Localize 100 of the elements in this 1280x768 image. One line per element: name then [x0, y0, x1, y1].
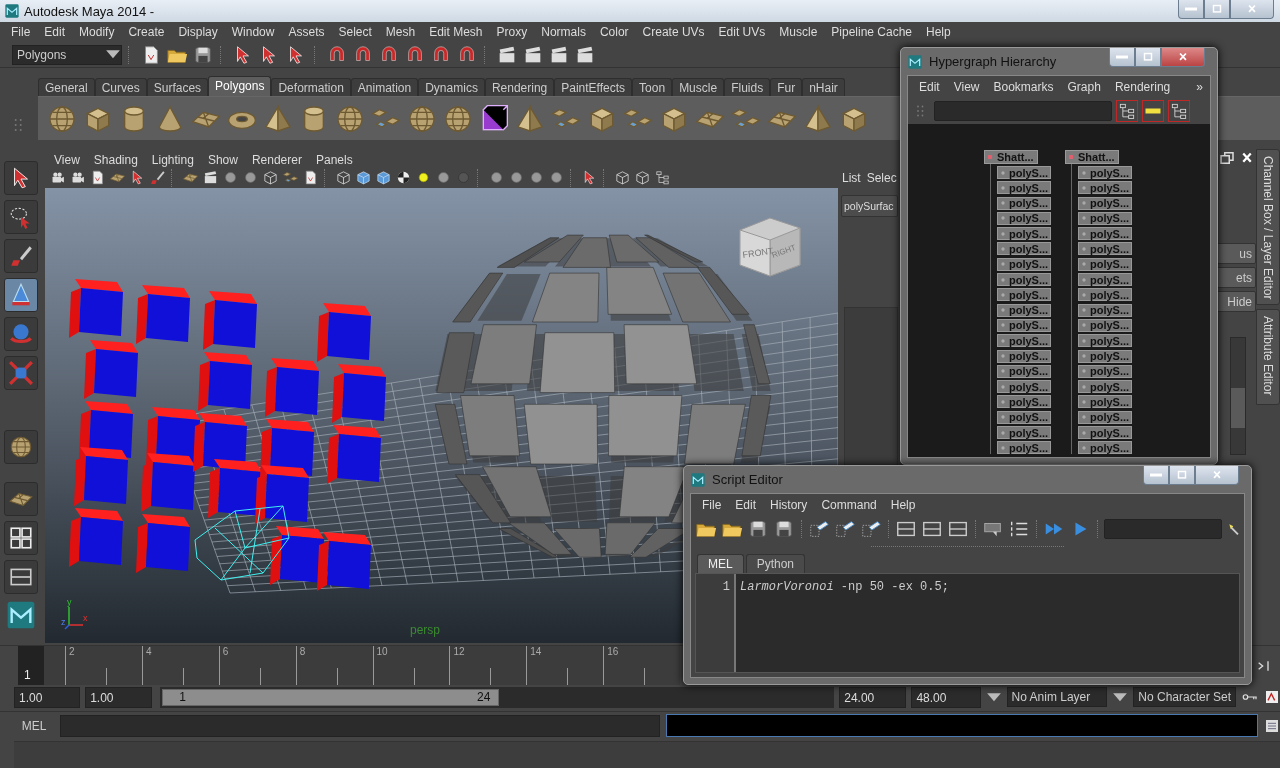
graph-node[interactable]: polyS... [1078, 196, 1132, 210]
ball-icon[interactable] [508, 169, 525, 186]
editor-tab[interactable]: MEL [697, 554, 744, 573]
menu-item[interactable]: Color [592, 25, 636, 39]
graph-node[interactable]: polyS... [997, 303, 1051, 317]
search-field[interactable] [934, 101, 1112, 121]
graph-node[interactable]: polyS... [1078, 227, 1132, 241]
graph-node[interactable]: polyS... [997, 334, 1051, 348]
graph-node[interactable]: polyS... [1078, 349, 1132, 363]
ball-icon[interactable] [242, 169, 259, 186]
graph-node[interactable]: polyS... [1078, 334, 1132, 348]
panel-menu-item[interactable]: Selec [866, 171, 897, 185]
panel-button[interactable]: Hide [1216, 291, 1256, 312]
shelf-tab[interactable]: nHair [802, 78, 845, 96]
node-layout-icon[interactable] [1169, 101, 1189, 121]
wire-cube-icon[interactable] [335, 169, 352, 186]
graph-node[interactable]: polyS... [1078, 288, 1132, 302]
graph-node[interactable]: polyS... [997, 196, 1051, 210]
panel-menu-item[interactable]: Shading [86, 153, 145, 167]
code-editor[interactable]: 1 LarmorVoronoi -np 50 -ex 0.5; [695, 573, 1240, 673]
clapperboard-icon[interactable] [202, 169, 219, 186]
pyramid-icon[interactable] [514, 102, 546, 135]
menu-item[interactable]: Normals [534, 25, 593, 39]
menu-item[interactable]: Create UVs [635, 25, 712, 39]
command-language-label[interactable]: MEL [14, 718, 54, 733]
ball-icon[interactable] [548, 169, 565, 186]
graph-node[interactable]: polyS... [997, 257, 1051, 271]
shelf-tab[interactable]: Deformation [271, 78, 351, 96]
script-list-icon[interactable] [1264, 717, 1280, 734]
menu-item[interactable]: Muscle [772, 25, 825, 39]
graph-node[interactable]: polyS... [1078, 380, 1132, 394]
graph-node[interactable]: polyS... [997, 181, 1051, 195]
graph-node[interactable]: polyS... [997, 349, 1051, 363]
panel-menu-item[interactable]: List [842, 171, 861, 185]
minimize-button[interactable] [1143, 466, 1169, 485]
shelf-tab[interactable]: Fluids [724, 78, 771, 96]
menu-item[interactable]: Bookmarks [986, 80, 1061, 94]
graph-node[interactable]: polyS... [1078, 426, 1132, 440]
shelf-tab[interactable]: Animation [350, 78, 419, 96]
search-field[interactable] [1104, 519, 1222, 539]
maximize-button[interactable] [1204, 0, 1230, 19]
graph-node[interactable]: polyS... [1078, 410, 1132, 424]
minimize-button[interactable] [1178, 0, 1204, 19]
layout-button[interactable] [4, 482, 38, 516]
menu-item[interactable]: History [763, 498, 815, 512]
wire-cube-icon[interactable] [614, 169, 631, 186]
menu-item[interactable]: Edit Mesh [422, 25, 490, 39]
graph-node[interactable]: polyS... [997, 242, 1051, 256]
graph-node[interactable]: polyS... [1078, 364, 1132, 378]
graph-node[interactable]: polyS... [997, 211, 1051, 225]
close-button[interactable] [1161, 48, 1205, 67]
menu-item[interactable]: View [946, 80, 987, 94]
wire-cube-icon[interactable] [262, 169, 279, 186]
command-input[interactable] [60, 714, 660, 737]
graph-node[interactable]: polyS... [997, 441, 1051, 455]
graph-node[interactable]: polyS... [1078, 257, 1132, 271]
graph-node[interactable]: polyS... [997, 364, 1051, 378]
graph-node[interactable]: Shatt... [984, 150, 1038, 164]
restore-icon[interactable] [1218, 149, 1236, 167]
pyramid-icon[interactable] [802, 102, 834, 135]
panel-menu-item[interactable]: Renderer [244, 153, 309, 167]
editor-tab[interactable]: Python [745, 554, 806, 573]
shelf-tab[interactable]: Surfaces [146, 78, 209, 96]
shelf-tab[interactable]: Rendering [484, 78, 555, 96]
menu-item[interactable]: File [4, 25, 38, 39]
character-set-dropdown[interactable]: No Character Set [1133, 687, 1236, 707]
minimize-button[interactable] [1109, 48, 1135, 67]
graph-node[interactable]: polyS... [1078, 273, 1132, 287]
range-slider[interactable]: 1 24 [162, 688, 500, 706]
side-tab[interactable]: Attribute Editor [1256, 309, 1280, 405]
menu-item[interactable]: Rendering [1107, 80, 1178, 94]
tool-button[interactable] [4, 200, 38, 234]
node-layout-icon[interactable] [1117, 101, 1137, 121]
shelf-tab[interactable]: Polygons [208, 76, 272, 96]
shelf-tab[interactable]: Toon [632, 78, 673, 96]
panel-menu-item[interactable]: Panels [308, 153, 360, 167]
menu-item[interactable]: Edit [728, 498, 764, 512]
graph-node[interactable]: polyS... [997, 318, 1051, 332]
graph-node[interactable]: polyS... [997, 227, 1051, 241]
wire-cube-icon[interactable] [634, 169, 651, 186]
graph-node[interactable]: polyS... [1078, 181, 1132, 195]
layout-button[interactable] [4, 521, 38, 555]
tool-button[interactable] [4, 278, 38, 312]
eraser-icon[interactable] [860, 518, 882, 540]
graph-node[interactable]: polyS... [997, 395, 1051, 409]
pyramid-icon[interactable] [262, 102, 294, 135]
shelf-tab[interactable]: PaintEffects [554, 78, 633, 96]
panel-button[interactable]: us [1216, 243, 1256, 264]
tool-button[interactable] [4, 161, 38, 195]
shelf-tab[interactable]: Muscle [672, 78, 725, 96]
graph-node[interactable]: polyS... [997, 410, 1051, 424]
menu-item[interactable]: Help [919, 25, 958, 39]
graph-node[interactable]: polyS... [997, 273, 1051, 287]
layout-button[interactable] [4, 560, 38, 594]
timeline-ruler[interactable]: 2 4 6 8 10 12 14 16 [44, 646, 680, 685]
menu-item[interactable]: Assets [281, 25, 332, 39]
maximize-button[interactable] [1169, 466, 1195, 485]
shelf-tab[interactable]: Fur [770, 78, 803, 96]
graph-node[interactable]: polyS... [997, 166, 1051, 179]
panel-menu-item[interactable]: Lighting [144, 153, 201, 167]
